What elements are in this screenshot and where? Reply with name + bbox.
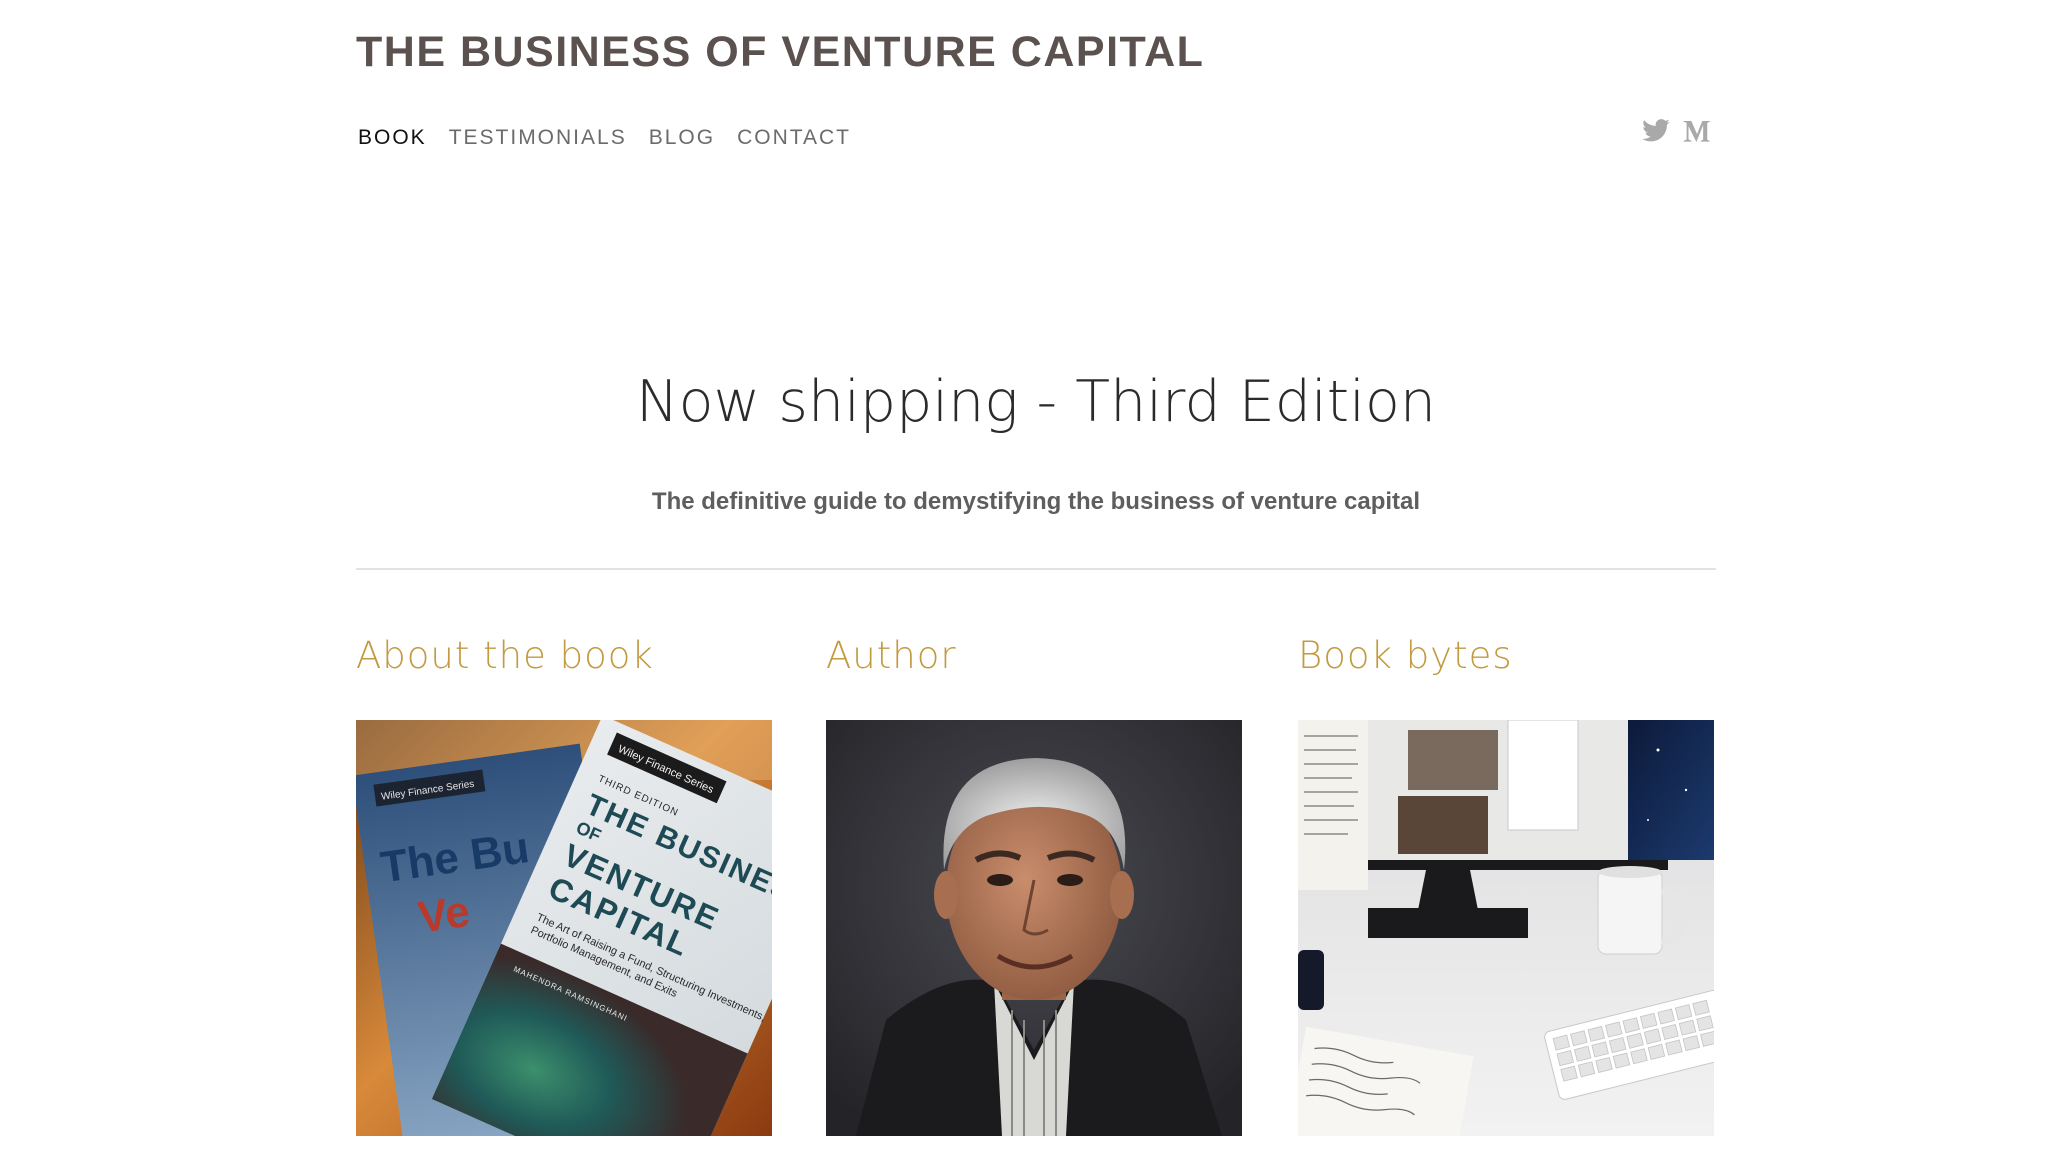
nav-item-blog[interactable]: BLOG xyxy=(649,124,715,152)
section-divider xyxy=(356,568,1716,570)
hero-subtitle: The definitive guide to demystifying the… xyxy=(651,488,1421,515)
site-title[interactable]: THE BUSINESS OF VENTURE CAPITAL xyxy=(356,22,1204,82)
author-heading[interactable]: Author xyxy=(826,630,957,682)
social-links xyxy=(1641,116,1711,146)
hero-title: Now shipping - Third Edition xyxy=(636,369,1436,435)
nav-item-book[interactable]: BOOK xyxy=(358,124,427,152)
main-nav: BOOK TESTIMONIALS BLOG CONTACT xyxy=(358,124,851,152)
medium-icon[interactable] xyxy=(1681,116,1711,146)
nav-item-contact[interactable]: CONTACT xyxy=(737,124,851,152)
page: THE BUSINESS OF VENTURE CAPITAL BOOK TES… xyxy=(0,0,2048,1152)
book-bytes-heading[interactable]: Book bytes xyxy=(1298,630,1513,682)
about-book-heading[interactable]: About the book xyxy=(356,630,654,682)
twitter-icon[interactable] xyxy=(1641,116,1671,146)
book-cover-image[interactable]: Wiley Finance Series The Bu Ve Wiley Fin… xyxy=(356,720,772,1136)
svg-text:Ve: Ve xyxy=(415,887,473,943)
nav-item-testimonials[interactable]: TESTIMONIALS xyxy=(449,124,627,152)
desk-workspace-image[interactable] xyxy=(1298,720,1714,1136)
author-portrait-image[interactable] xyxy=(826,720,1242,1136)
